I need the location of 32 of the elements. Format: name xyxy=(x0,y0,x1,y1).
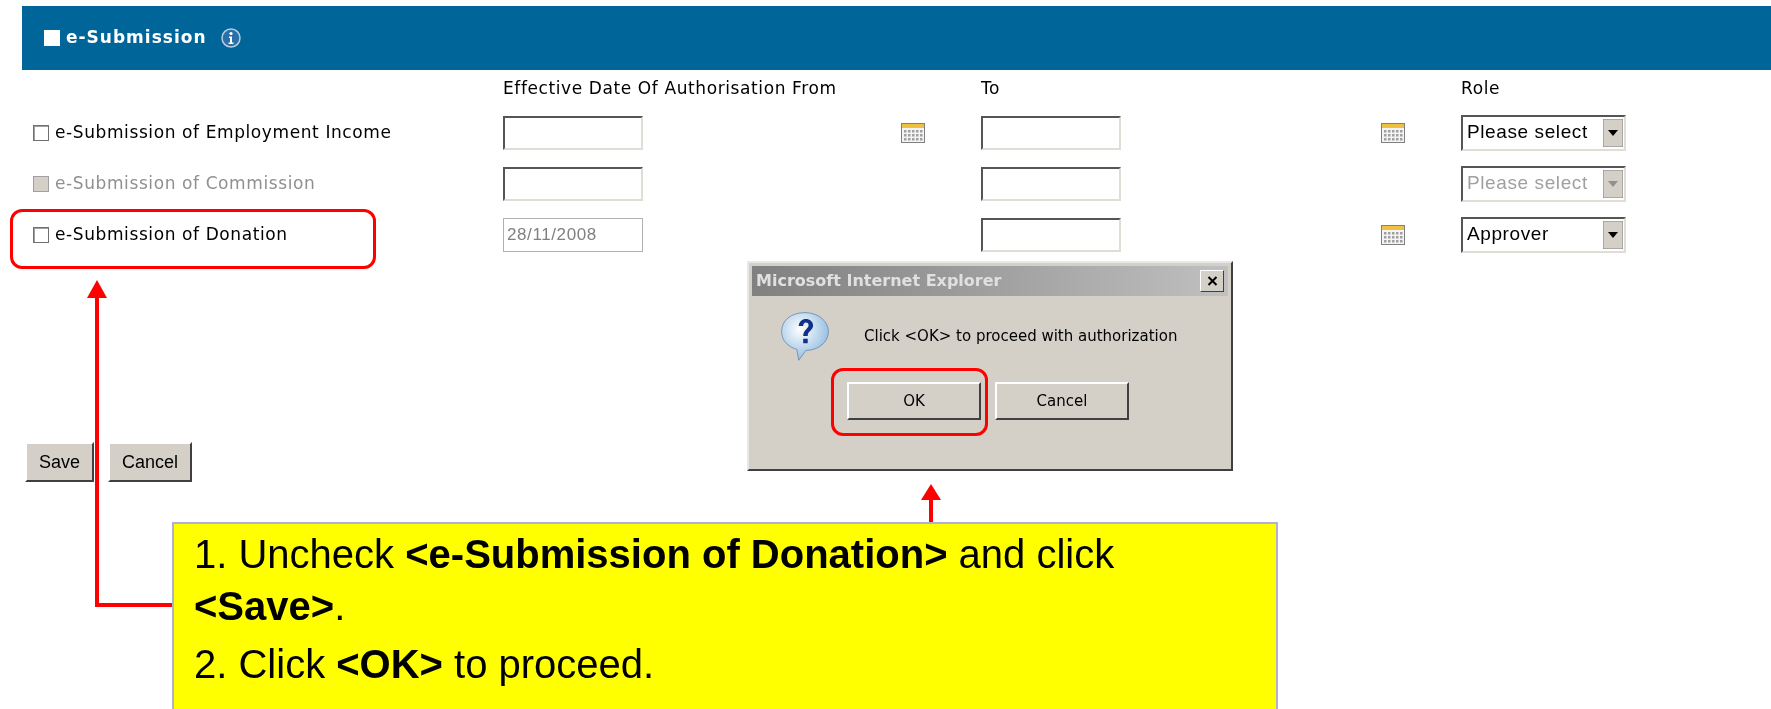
calendar-icon[interactable] xyxy=(901,122,925,143)
column-header: Effective Date Of Authorisation From xyxy=(503,76,837,100)
checkbox[interactable] xyxy=(33,124,49,141)
date-field[interactable] xyxy=(981,115,1121,150)
column-header: To xyxy=(981,76,1001,100)
close-button[interactable] xyxy=(1200,270,1224,292)
date-field[interactable] xyxy=(503,115,643,150)
caret-icon[interactable] xyxy=(1603,118,1623,147)
close-icon[interactable] xyxy=(1206,276,1218,286)
caret-icon[interactable] xyxy=(1603,220,1623,249)
calendar-icon[interactable] xyxy=(1381,224,1405,245)
dialog-button[interactable]: OK xyxy=(847,382,981,420)
column-header: Role xyxy=(1461,76,1501,100)
role-dropdown[interactable]: Please select xyxy=(1461,114,1626,151)
dialog-button[interactable]: Cancel xyxy=(995,382,1129,420)
dialog-message: Click <OK> to proceed with authorization xyxy=(864,325,1178,347)
date-field[interactable] xyxy=(981,217,1121,252)
calendar-icon[interactable] xyxy=(1381,122,1405,143)
form-button[interactable]: Save xyxy=(25,442,95,482)
checkbox[interactable] xyxy=(33,226,49,243)
checkbox-label: e-Submission of Employment Income xyxy=(55,120,392,144)
section-title: e-Submission xyxy=(66,26,207,50)
checkbox-label: e-Submission of Donation xyxy=(55,222,288,246)
checkbox-label: e-Submission of Commission xyxy=(55,171,316,195)
instruction-text: 2. Click <OK> to proceed. xyxy=(194,641,656,688)
arrow xyxy=(921,484,941,522)
instruction-text: 1. Uncheck <e-Submission of Donation> and click <Save>. xyxy=(194,531,1116,630)
date-field[interactable]: 28/11/2008 xyxy=(503,217,643,252)
role-dropdown[interactable]: Approver xyxy=(1461,216,1626,253)
dialog-title: Microsoft Internet Explorer xyxy=(756,270,1003,292)
info-icon[interactable] xyxy=(220,28,241,48)
form-button[interactable]: Cancel xyxy=(108,442,193,482)
